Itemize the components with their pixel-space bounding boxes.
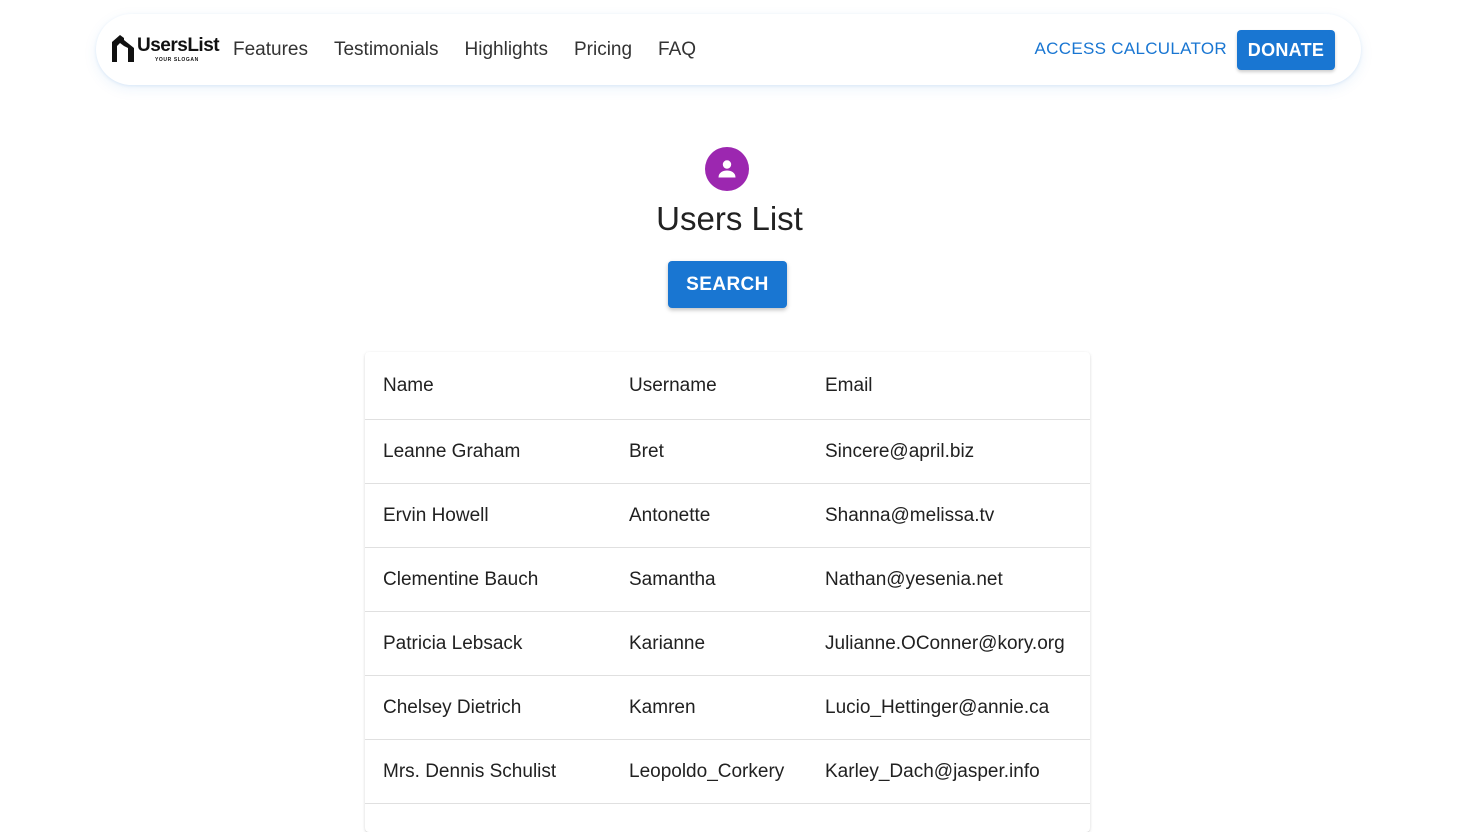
- donate-button[interactable]: DONATE: [1237, 30, 1335, 70]
- logo-wordmark: UsersList: [137, 35, 220, 56]
- column-header-email: Email: [807, 352, 1090, 420]
- access-calculator-link[interactable]: ACCESS CALCULATOR: [1035, 39, 1227, 59]
- cell-email: Lucio_Hettinger@annie.ca: [807, 675, 1090, 740]
- nav-link-features[interactable]: Features: [220, 39, 321, 61]
- table-row[interactable]: Patricia Lebsack Karianne Julianne.OConn…: [365, 611, 1090, 676]
- cell-username: Leopoldo_Corkery: [611, 739, 807, 804]
- cell-username: Antonette: [611, 483, 807, 548]
- cell-email: Shanna@melissa.tv: [807, 483, 1090, 548]
- cell-username: Bret: [611, 419, 807, 484]
- users-table: Name Username Email Leanne Graham Bret S…: [365, 352, 1090, 804]
- table-row[interactable]: Mrs. Dennis Schulist Leopoldo_Corkery Ka…: [365, 739, 1090, 804]
- userslist-logo-icon: [112, 35, 134, 62]
- person-icon: [718, 160, 736, 178]
- cell-name: Clementine Bauch: [365, 547, 611, 612]
- table-row[interactable]: Clementine Bauch Samantha Nathan@yesenia…: [365, 547, 1090, 612]
- cell-name: Patricia Lebsack: [365, 611, 611, 676]
- user-avatar: [705, 147, 749, 191]
- search-button[interactable]: SEARCH: [668, 261, 787, 308]
- table-row[interactable]: Leanne Graham Bret Sincere@april.biz: [365, 419, 1090, 484]
- table-row[interactable]: Ervin Howell Antonette Shanna@melissa.tv: [365, 483, 1090, 548]
- cell-username: Samantha: [611, 547, 807, 612]
- nav-link-faq[interactable]: FAQ: [645, 39, 709, 61]
- page-title: Users List: [656, 200, 803, 237]
- brand-logo[interactable]: UsersList YOUR SLOGAN: [111, 34, 221, 66]
- cell-username: Karianne: [611, 611, 807, 676]
- logo-slogan: YOUR SLOGAN: [155, 57, 199, 63]
- table-header-row: Name Username Email: [365, 352, 1090, 420]
- cell-name: Chelsey Dietrich: [365, 675, 611, 740]
- nav-link-highlights[interactable]: Highlights: [452, 39, 561, 61]
- cell-username: Kamren: [611, 675, 807, 740]
- nav-link-pricing[interactable]: Pricing: [561, 39, 645, 61]
- cell-email: Julianne.OConner@kory.org: [807, 611, 1090, 676]
- cell-name: Mrs. Dennis Schulist: [365, 739, 611, 804]
- cell-name: Leanne Graham: [365, 419, 611, 484]
- top-navbar: UsersList YOUR SLOGAN Features Testimoni…: [96, 14, 1361, 85]
- cell-name: Ervin Howell: [365, 483, 611, 548]
- column-header-username: Username: [611, 352, 807, 420]
- nav-links: Features Testimonials Highlights Pricing…: [220, 14, 709, 85]
- cell-email: Karley_Dach@jasper.info: [807, 739, 1090, 804]
- cell-email: Sincere@april.biz: [807, 419, 1090, 484]
- users-table-card: Name Username Email Leanne Graham Bret S…: [365, 352, 1090, 832]
- cell-email: Nathan@yesenia.net: [807, 547, 1090, 612]
- table-row[interactable]: Chelsey Dietrich Kamren Lucio_Hettinger@…: [365, 675, 1090, 740]
- column-header-name: Name: [365, 352, 611, 420]
- nav-link-testimonials[interactable]: Testimonials: [321, 39, 452, 61]
